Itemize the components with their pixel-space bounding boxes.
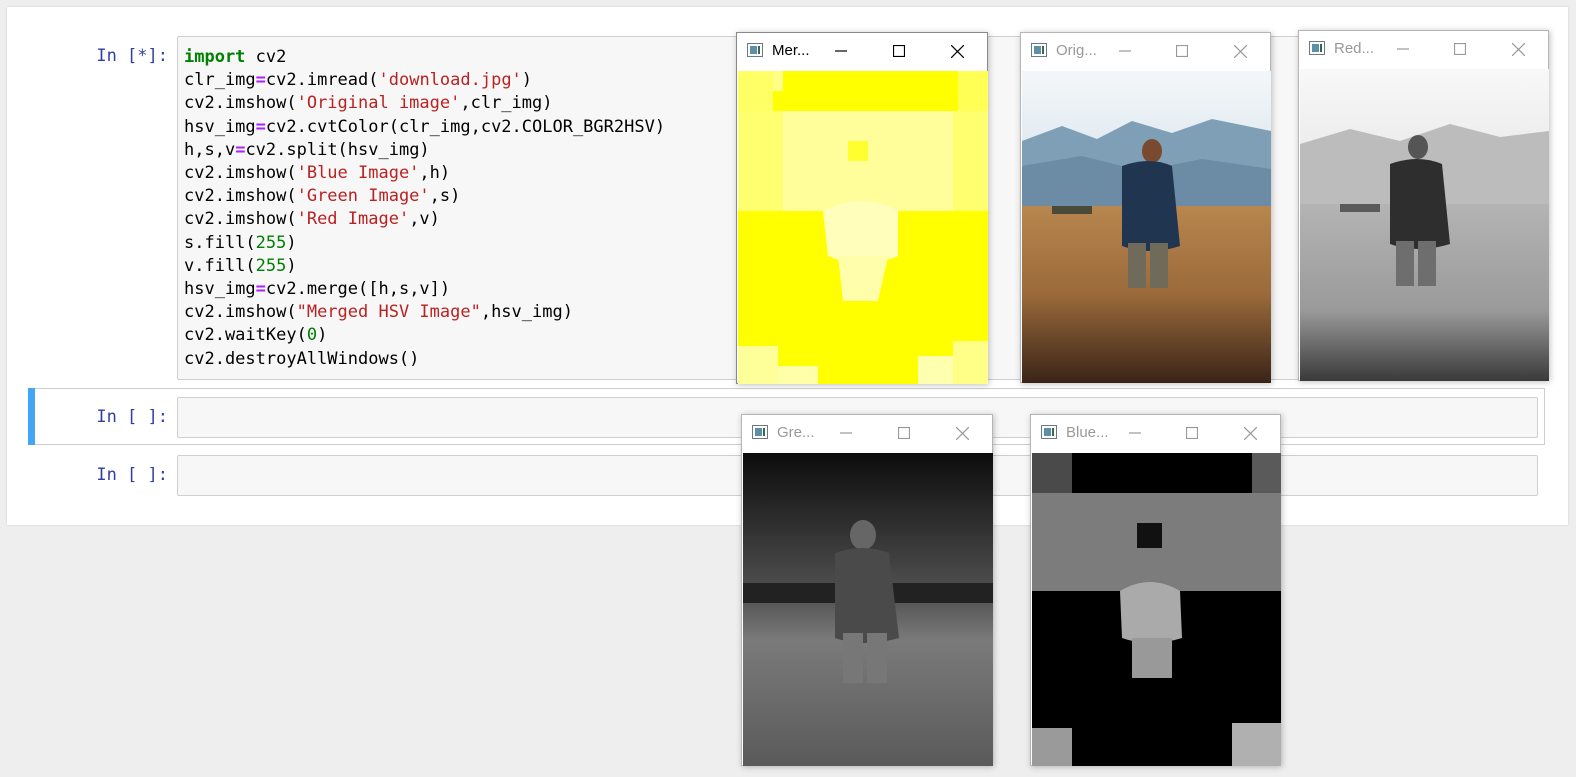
opencv-window-icon — [1309, 41, 1325, 55]
window-title: Orig... — [1056, 42, 1097, 59]
code-line: cv2.imshow("Merged HSV Image",hsv_img) — [184, 302, 573, 323]
code-line: import cv2 — [184, 47, 287, 67]
maximize-icon — [893, 45, 905, 57]
minimize-button[interactable] — [819, 37, 863, 65]
blue-image-window[interactable]: Blue... — [1030, 414, 1281, 766]
code-line: hsv_img=cv2.merge([h,s,v]) — [184, 279, 451, 300]
merged-hsv-image — [738, 71, 988, 384]
window-titlebar[interactable]: Red... — [1299, 31, 1548, 68]
window-title: Gre... — [777, 424, 815, 441]
hue-channel-image — [1032, 453, 1281, 766]
maximize-button[interactable] — [877, 37, 921, 65]
window-titlebar[interactable]: Gre... — [742, 415, 992, 452]
maximize-button[interactable] — [1438, 35, 1482, 63]
minimize-icon — [835, 50, 847, 52]
cell-prompt: In [ ]: — [96, 407, 168, 427]
code-line: v.fill(255) — [184, 255, 297, 276]
minimize-button[interactable] — [1103, 37, 1147, 65]
code-editor[interactable]: import cv2 clr_img=cv2.imread('download.… — [184, 46, 665, 371]
code-line: cv2.imshow('Blue Image',h) — [184, 163, 451, 184]
close-icon — [1233, 44, 1247, 58]
value-channel-image — [1300, 69, 1549, 381]
window-titlebar[interactable]: Mer... — [737, 33, 987, 70]
red-image-window[interactable]: Red... — [1298, 30, 1549, 381]
cell-prompt: In [ ]: — [96, 465, 168, 485]
code-line: cv2.imshow('Original image',clr_img) — [184, 93, 553, 114]
window-titlebar[interactable]: Orig... — [1021, 33, 1270, 70]
minimize-icon — [840, 432, 852, 434]
maximize-icon — [1454, 43, 1466, 55]
opencv-window-icon — [1041, 425, 1057, 439]
maximize-icon — [1176, 45, 1188, 57]
code-line: hsv_img=cv2.cvtColor(clr_img,cv2.COLOR_B… — [184, 116, 666, 137]
window-titlebar[interactable]: Blue... — [1031, 415, 1280, 452]
window-title: Blue... — [1066, 424, 1109, 441]
close-icon — [950, 44, 964, 58]
minimize-button[interactable] — [1113, 419, 1157, 447]
minimize-button[interactable] — [1381, 35, 1425, 63]
window-title: Mer... — [772, 42, 810, 59]
minimize-button[interactable] — [824, 419, 868, 447]
original-photo — [1022, 71, 1271, 383]
code-line: cv2.destroyAllWindows() — [184, 348, 420, 369]
code-line: cv2.imshow('Green Image',s) — [184, 186, 461, 207]
close-button[interactable] — [1218, 37, 1262, 65]
maximize-button[interactable] — [1170, 419, 1214, 447]
maximize-icon — [1186, 427, 1198, 439]
saturation-channel-image — [743, 453, 993, 766]
maximize-button[interactable] — [1160, 37, 1204, 65]
green-image-window[interactable]: Gre... — [741, 414, 993, 766]
maximize-button[interactable] — [882, 419, 926, 447]
opencv-window-icon — [747, 43, 763, 57]
merged-hsv-window[interactable]: Mer... — [736, 32, 988, 384]
window-title: Red... — [1334, 40, 1375, 57]
code-line: h,s,v=cv2.split(hsv_img) — [184, 139, 430, 160]
original-image-window[interactable]: Orig... — [1020, 32, 1271, 383]
cell-prompt: In [*]: — [96, 46, 168, 66]
opencv-window-icon — [752, 425, 768, 439]
code-line: clr_img=cv2.imread('download.jpg') — [184, 70, 533, 91]
close-icon — [1511, 42, 1525, 56]
minimize-icon — [1129, 432, 1141, 434]
close-button[interactable] — [935, 37, 979, 65]
code-line: cv2.waitKey(0) — [184, 325, 328, 346]
minimize-icon — [1119, 50, 1131, 52]
close-button[interactable] — [1228, 419, 1272, 447]
maximize-icon — [898, 427, 910, 439]
opencv-window-icon — [1031, 43, 1047, 57]
close-icon — [1243, 426, 1257, 440]
minimize-icon — [1397, 48, 1409, 50]
code-line: cv2.imshow('Red Image',v) — [184, 209, 440, 230]
close-icon — [955, 426, 969, 440]
close-button[interactable] — [1496, 35, 1540, 63]
close-button[interactable] — [940, 419, 984, 447]
code-line: s.fill(255) — [184, 232, 297, 253]
